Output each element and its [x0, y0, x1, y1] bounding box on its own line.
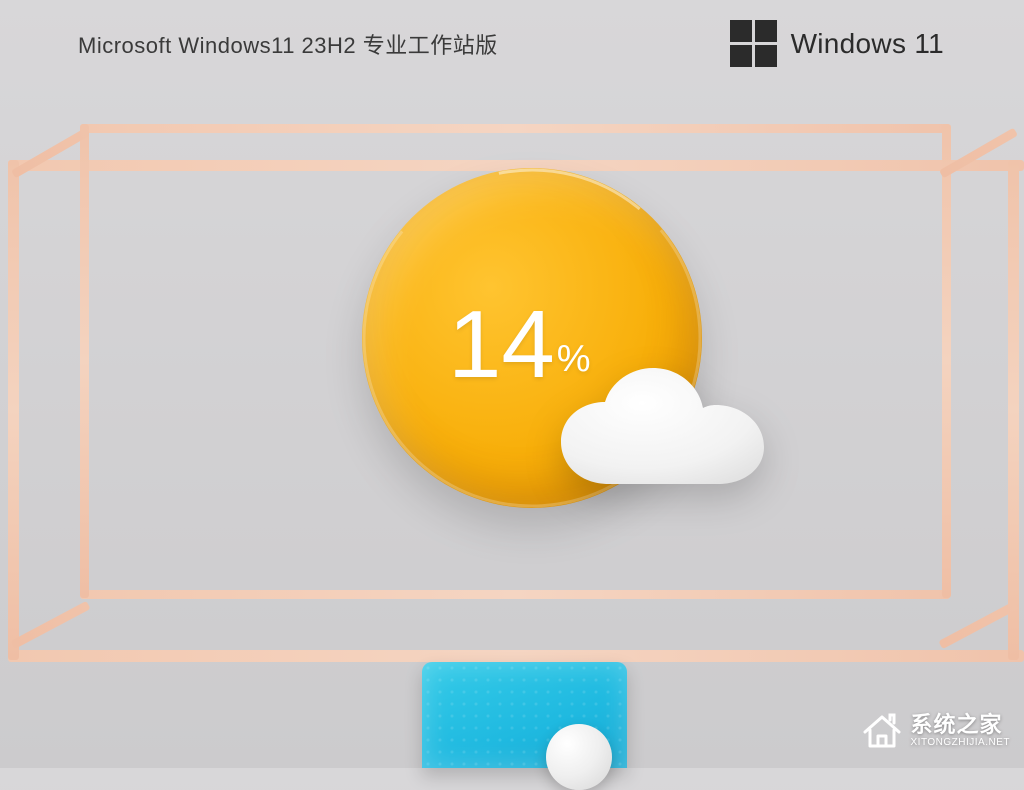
windows-logo: Windows 11: [730, 20, 944, 67]
frame-bar-diagonal: [10, 601, 90, 649]
frame-bar: [8, 650, 1024, 662]
frame-bar: [80, 124, 950, 133]
frame-bar-diagonal: [938, 601, 1018, 649]
watermark-brand: 系统之家: [911, 713, 1011, 736]
windows-logo-text: Windows 11: [791, 28, 944, 60]
frame-bar: [1008, 160, 1019, 660]
cloud-icon: [554, 366, 774, 516]
watermark: 系统之家 XITONGZHIJIA.NET: [861, 712, 1011, 750]
frame-bar: [80, 124, 89, 598]
progress-number: 14: [448, 290, 555, 400]
windows-logo-icon: [730, 20, 777, 67]
frame-bar: [8, 160, 19, 660]
white-sphere: [546, 724, 612, 790]
house-icon: [861, 712, 903, 750]
frame-bar: [80, 590, 950, 599]
watermark-url: XITONGZHIJIA.NET: [911, 738, 1011, 749]
frame-bar: [942, 124, 951, 598]
page-title: Microsoft Windows11 23H2 专业工作站版: [78, 28, 498, 60]
